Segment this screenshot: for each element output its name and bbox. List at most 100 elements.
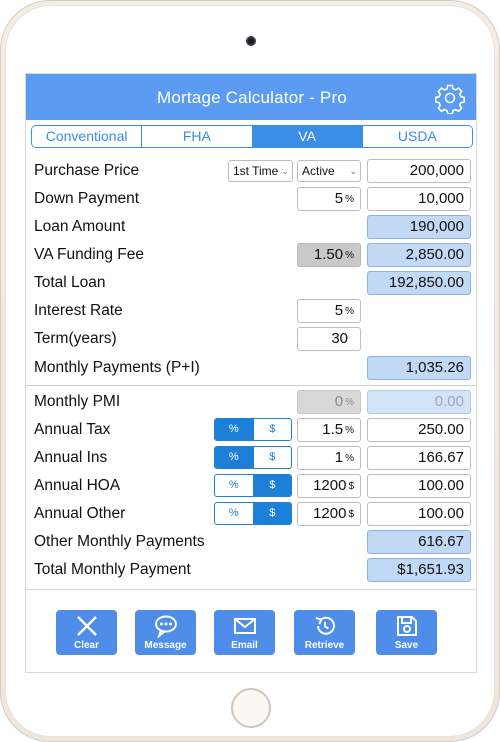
annual-other-label: Annual Other xyxy=(34,505,126,522)
annual-tax-input-value: 1.5 xyxy=(322,421,344,438)
save-button-label: Save xyxy=(394,640,419,651)
total-monthly-label: Total Monthly Payment xyxy=(34,561,191,578)
purchase-price-field[interactable]: 200,000 xyxy=(367,159,471,183)
section-divider xyxy=(26,385,476,386)
monthly-pmi-percent: 0 xyxy=(334,393,344,410)
annual-other-input[interactable]: 1200 $ xyxy=(297,502,361,526)
tablet-frame: Mortage Calculator - Pro Conventional FH… xyxy=(0,0,500,742)
dollar-unit: $ xyxy=(348,509,354,520)
annual-hoa-label: Annual HOA xyxy=(34,477,121,494)
percent-unit: % xyxy=(345,425,354,436)
annual-ins-label: Annual Ins xyxy=(34,449,108,466)
loan-amount-label: Loan Amount xyxy=(34,218,126,235)
loan-amount-value: 190,000 xyxy=(367,215,471,239)
down-payment-percent: 5 xyxy=(334,190,344,207)
envelope-icon xyxy=(234,618,256,634)
dollar-toggle-button[interactable]: $ xyxy=(254,419,292,440)
va-funding-fee-percent: 1.50 xyxy=(313,246,344,263)
percent-toggle-button[interactable]: % xyxy=(215,447,254,468)
percent-toggle-button[interactable]: % xyxy=(215,419,254,440)
percent-unit: % xyxy=(345,453,354,464)
down-payment-percent-field[interactable]: 5% xyxy=(297,187,361,211)
annual-hoa-monthly-value[interactable]: 100.00 xyxy=(367,474,471,498)
buyer-type-select[interactable]: 1st Time ⌄ xyxy=(228,160,293,182)
annual-ins-unit-toggle: % $ xyxy=(214,446,292,469)
annual-other-unit-toggle: % $ xyxy=(214,502,292,525)
annual-ins-input[interactable]: 1% xyxy=(297,446,361,470)
interest-rate-value: 5 xyxy=(334,302,344,319)
retrieve-button-label: Retrieve xyxy=(304,640,345,651)
dollar-toggle-button[interactable]: $ xyxy=(253,475,291,496)
monthly-pmi-value: 0.00 xyxy=(367,390,471,414)
floppy-disk-icon xyxy=(397,616,417,636)
interest-rate-row: Interest Rate 5% xyxy=(26,297,476,325)
annual-tax-monthly-value[interactable]: 250.00 xyxy=(367,418,471,442)
monthly-payments-label: Monthly Payments (P+I) xyxy=(34,359,200,376)
annual-ins-input-value: 1 xyxy=(334,449,344,466)
gear-icon[interactable] xyxy=(434,82,466,114)
purchase-price-label: Purchase Price xyxy=(34,162,140,179)
term-row: Term(years) 30 xyxy=(26,325,476,353)
other-monthly-row: Other Monthly Payments 616.67 xyxy=(26,528,476,556)
va-funding-fee-row: VA Funding Fee 1.50% 2,850.00 xyxy=(26,241,476,269)
buyer-type-value: 1st Time xyxy=(233,164,279,178)
total-loan-value: 192,850.00 xyxy=(367,271,471,295)
clear-button[interactable]: Clear xyxy=(56,610,117,655)
annual-ins-monthly-value[interactable]: 166.67 xyxy=(367,446,471,470)
annual-hoa-unit-toggle: % $ xyxy=(214,474,292,497)
term-field[interactable]: 30 xyxy=(297,327,361,351)
message-bubble-icon xyxy=(155,615,177,638)
retrieve-button[interactable]: Retrieve xyxy=(294,610,355,655)
message-button[interactable]: Message xyxy=(135,610,196,655)
va-funding-fee-percent-field: 1.50% xyxy=(297,243,361,267)
interest-rate-label: Interest Rate xyxy=(34,302,123,319)
home-button[interactable] xyxy=(231,688,271,728)
va-funding-fee-label: VA Funding Fee xyxy=(34,246,145,263)
annual-tax-input[interactable]: 1.5% xyxy=(297,418,361,442)
percent-toggle-button[interactable]: % xyxy=(215,503,254,524)
monthly-pmi-percent-field: 0% xyxy=(297,390,361,414)
loan-type-tabs: Conventional FHA VA USDA xyxy=(31,125,473,148)
annual-tax-label: Annual Tax xyxy=(34,421,111,438)
total-loan-row: Total Loan 192,850.00 xyxy=(26,269,476,297)
dollar-toggle-button[interactable]: $ xyxy=(254,447,292,468)
app-screen: Mortage Calculator - Pro Conventional FH… xyxy=(25,73,477,673)
annual-other-monthly-value[interactable]: 100.00 xyxy=(367,502,471,526)
percent-unit: % xyxy=(345,397,354,408)
page-title: Mortage Calculator - Pro xyxy=(157,88,347,107)
tab-conventional[interactable]: Conventional xyxy=(32,126,143,147)
down-payment-amount-field[interactable]: 10,000 xyxy=(367,187,471,211)
annual-tax-row: Annual Tax % $ 1.5% 250.00 xyxy=(26,416,476,444)
annual-tax-unit-toggle: % $ xyxy=(214,418,292,441)
annual-ins-row: Annual Ins % $ 1% 166.67 xyxy=(26,444,476,472)
tab-va[interactable]: VA xyxy=(252,126,363,147)
monthly-payments-value: 1,035.26 xyxy=(367,356,471,380)
total-loan-label: Total Loan xyxy=(34,274,106,291)
tab-usda[interactable]: USDA xyxy=(362,126,472,147)
message-button-label: Message xyxy=(144,640,187,651)
status-select[interactable]: Active ⌄ xyxy=(297,160,361,182)
va-funding-fee-value: 2,850.00 xyxy=(367,243,471,267)
loan-amount-row: Loan Amount 190,000 xyxy=(26,213,476,241)
down-payment-row: Down Payment 5% 10,000 xyxy=(26,185,476,213)
down-payment-label: Down Payment xyxy=(34,190,140,207)
other-monthly-value: 616.67 xyxy=(367,530,471,554)
tab-fha[interactable]: FHA xyxy=(142,126,253,147)
save-button[interactable]: Save xyxy=(376,610,437,655)
interest-rate-field[interactable]: 5% xyxy=(297,299,361,323)
chevron-down-icon: ⌄ xyxy=(349,166,357,176)
annual-hoa-input[interactable]: 1200 $ xyxy=(297,474,361,498)
chevron-down-icon: ⌄ xyxy=(281,166,289,176)
dollar-unit: $ xyxy=(348,481,354,492)
email-button[interactable]: Email xyxy=(214,610,275,655)
percent-toggle-button[interactable]: % xyxy=(215,475,254,496)
history-clock-icon xyxy=(315,616,335,635)
annual-hoa-row: Annual HOA % $ 1200 $ 100.00 xyxy=(26,472,476,500)
status-value: Active xyxy=(302,164,335,178)
monthly-pmi-label: Monthly PMI xyxy=(34,393,121,410)
purchase-price-row: Purchase Price 1st Time ⌄ Active ⌄ 200,0… xyxy=(26,157,476,185)
camera-icon xyxy=(246,36,256,46)
dollar-toggle-button[interactable]: $ xyxy=(253,503,291,524)
monthly-payments-row: Monthly Payments (P+I) 1,035.26 xyxy=(26,354,476,382)
annual-hoa-input-value: 1200 xyxy=(313,477,347,494)
